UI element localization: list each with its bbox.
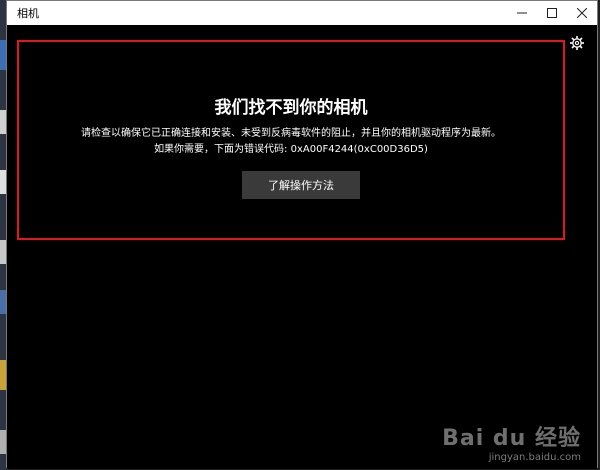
watermark-url: jingyan.baidu.com (488, 452, 581, 463)
minimize-button[interactable] (507, 1, 537, 25)
title-bar[interactable]: 相机 (7, 1, 597, 25)
learn-how-button[interactable]: 了解操作方法 (242, 171, 360, 199)
window-title: 相机 (17, 7, 39, 20)
maximize-icon (547, 8, 557, 18)
close-button[interactable] (567, 1, 597, 25)
error-description-line: 请检查以确保它已正确连接和安装、未受到反病毒软件的阻止，并且你的相机驱动程序为最… (81, 128, 501, 139)
error-description: 请检查以确保它已正确连接和安装、未受到反病毒软件的阻止，并且你的相机驱动程序为最… (19, 126, 563, 158)
watermark: Bai du 经验 jingyan.baidu.com (442, 420, 581, 463)
error-heading: 我们找不到你的相机 (214, 98, 368, 118)
error-message-highlight: 我们找不到你的相机 请检查以确保它已正确连接和安装、未受到反病毒软件的阻止，并且… (17, 40, 565, 240)
maximize-button[interactable] (537, 1, 567, 25)
gear-icon[interactable] (569, 35, 585, 51)
close-icon (577, 8, 587, 18)
minimize-icon (517, 12, 527, 14)
camera-view: 我们找不到你的相机 请检查以确保它已正确连接和安装、未受到反病毒软件的阻止，并且… (7, 25, 597, 469)
camera-app-window: 相机 我们找不到你的相机 请检查以确保它已正确连接和安装、未受到反病毒软件的阻止… (6, 0, 598, 469)
baidu-jingyan-logo: Bai du 经验 (442, 426, 581, 451)
error-code-line: 如果你需要，下面为错误代码: 0xA00F4244(0xC00D36D5) (154, 144, 428, 155)
